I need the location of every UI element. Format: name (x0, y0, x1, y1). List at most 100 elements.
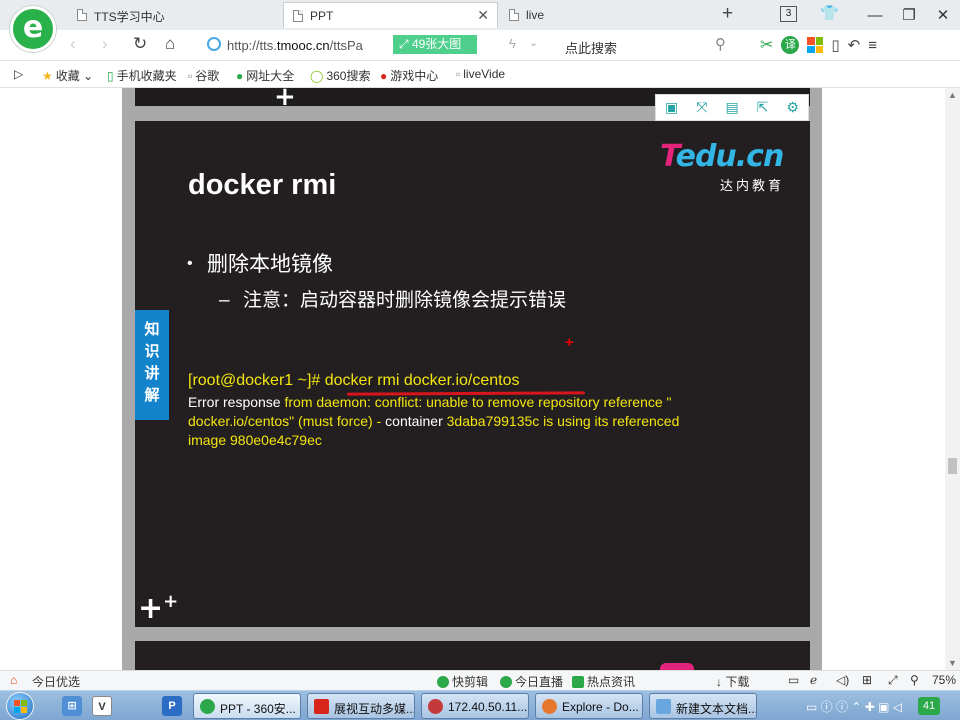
page-content: + Tedu.cn 达内教育 docker rmi • 删除本地镜像 – 注意：启动… (0, 88, 945, 670)
sound-icon[interactable]: ◁) (836, 673, 849, 687)
lightning-icon[interactable]: ϟ (509, 36, 516, 51)
scrollbar-thumb[interactable] (948, 458, 957, 474)
scroll-up-icon[interactable]: ▲ (948, 90, 957, 100)
error-line: Error response from daemon: conflict: un… (188, 394, 672, 410)
reload-icon[interactable]: ↻ (133, 34, 147, 54)
error-line: docker.io/centos" (must force) - contain… (188, 413, 680, 429)
tab-count-button[interactable]: 3 (780, 6, 797, 22)
tab-label: TTS学习中心 (94, 10, 165, 24)
nav-tools: ✂ 译 ▯ ↶ ≡ (760, 35, 877, 55)
zoom-icon[interactable]: ⚲ (910, 673, 919, 687)
minimize-icon[interactable]: — (858, 7, 892, 24)
undo-icon[interactable]: ↶ (848, 36, 861, 54)
firefox-icon (542, 699, 557, 714)
fullscreen-icon[interactable]: ⤧ (696, 99, 707, 116)
back-icon[interactable]: ‹ (70, 34, 76, 54)
bookmark-360search[interactable]: ◯ 360搜索 (310, 67, 370, 84)
command-line: [root@docker1 ~]# docker rmi docker.io/c… (188, 372, 520, 389)
url-text[interactable]: http://tts.tmooc.cn/ttsPa (227, 38, 363, 53)
scroll-down-icon[interactable]: ▼ (948, 658, 957, 668)
tools-icon[interactable]: ⊞ (862, 673, 872, 687)
daily-picks-link[interactable]: 今日优选 (32, 673, 80, 690)
translate-icon[interactable]: 译 (781, 36, 800, 54)
big-images-button[interactable]: ⤢ 49张大图 (393, 35, 477, 54)
home-icon[interactable]: ⌂ (165, 34, 175, 54)
bookmark-sites[interactable]: ● 网址大全 (236, 67, 294, 84)
browser-icon (200, 699, 215, 714)
page-icon (77, 9, 87, 21)
bookmark-favorites[interactable]: ★ 收藏 ⌄ (42, 67, 93, 84)
star-icon: ★ (42, 69, 53, 83)
zoom-level[interactable]: 75% (932, 673, 956, 687)
sites-icon: ● (236, 69, 244, 83)
sidebar-toggle-icon[interactable]: ▷ (14, 67, 23, 81)
save-icon[interactable]: ▤ (725, 99, 738, 116)
site-security-icon (207, 37, 221, 51)
chevron-down-icon[interactable]: ⌄ (529, 36, 538, 49)
live-link[interactable]: 今日直播 (500, 673, 563, 690)
taskbar-item-ppt[interactable]: PPT - 360安... (193, 693, 301, 719)
restore-icon[interactable]: ❐ (892, 6, 926, 24)
menu-icon[interactable]: ≡ (868, 37, 877, 54)
page-icon (509, 9, 519, 21)
bookmarks-bar: ▷ ★ 收藏 ⌄ ▯ 手机收藏夹 ▫ 谷歌 ● 网址大全 ◯ 360搜索 ● 游戏中心 ▫ l… (0, 61, 960, 88)
slide: Tedu.cn 达内教育 docker rmi • 删除本地镜像 – 注意：启动容器… (135, 121, 810, 627)
next-slide (135, 641, 810, 670)
vertical-scrollbar[interactable]: ▲ ▼ (945, 88, 960, 670)
quicklaunch-p-icon[interactable]: P (162, 696, 182, 716)
quick-edit-link[interactable]: 快剪辑 (437, 673, 488, 690)
page-icon: ▫ (456, 67, 461, 81)
start-button[interactable] (6, 692, 34, 720)
game-icon: ● (380, 69, 388, 83)
tablet-icon[interactable]: ▯ (831, 36, 839, 54)
download-link[interactable]: ↓ 下载 (716, 673, 749, 690)
quick-edit-icon (437, 676, 449, 688)
bookmark-games[interactable]: ● 游戏中心 (380, 67, 438, 84)
fit-page-icon[interactable]: ▣ (665, 99, 678, 116)
settings-icon[interactable]: ⚙ (786, 99, 799, 116)
status-bar: ⌂ 今日优选 快剪辑 今日直播 热点资讯 ↓ 下载 ▭ ℯ ◁) ⊞ ⤢ ⚲ 7… (0, 670, 960, 690)
plus-icon: ++ (138, 591, 179, 626)
search360-icon: ◯ (310, 69, 324, 83)
address-bar[interactable]: http://tts.tmooc.cn/ttsPa ⤢ 49张大图 ϟ ⌄ 点此… (203, 33, 751, 57)
search-placeholder[interactable]: 点此搜索 (565, 38, 617, 57)
multimedia-icon (314, 699, 329, 714)
bullet-point: • 删除本地镜像 (187, 253, 333, 276)
expand-icon[interactable]: ⤢ (888, 673, 898, 688)
taskbar-item-terminal[interactable]: 172.40.50.11... (421, 693, 529, 719)
share-icon[interactable]: ⇱ (757, 99, 769, 116)
tab-label: live (526, 8, 545, 22)
monitor-icon[interactable]: ▭ (788, 673, 799, 687)
tab-ppt[interactable]: PPT ✕ (283, 2, 498, 28)
close-tab-icon[interactable]: ✕ (477, 7, 489, 24)
tab-live[interactable]: live (500, 2, 715, 28)
tab-strip: e TTS学习中心 PPT ✕ live + 3 👕 — ❐ ✕ (0, 0, 960, 52)
forward-icon[interactable]: › (102, 34, 108, 54)
new-tab-button[interactable]: + (722, 3, 733, 25)
search-icon[interactable]: ⚲ (715, 35, 726, 53)
screenshot-icon[interactable]: ✂ (760, 35, 773, 55)
tray-badge[interactable]: 41 (918, 697, 940, 715)
bookmark-mobile[interactable]: ▯ 手机收藏夹 (107, 67, 177, 84)
bookmark-google[interactable]: ▫ 谷歌 (188, 67, 219, 84)
apps-icon[interactable] (807, 37, 824, 53)
tab-tts[interactable]: TTS学习中心 (68, 2, 280, 28)
windows-taskbar: ⊞ V P PPT - 360安... 展视互动多媒... 172.40.50.… (0, 690, 960, 720)
skin-icon[interactable]: 👕 (820, 4, 839, 22)
navigation-bar: ‹ › ↻ ⌂ http://tts.tmooc.cn/ttsPa ⤢ 49张大… (0, 30, 960, 61)
taskbar-item-multimedia[interactable]: 展视互动多媒... (307, 693, 415, 719)
close-window-icon[interactable]: ✕ (926, 6, 960, 24)
page-icon: ▫ (188, 69, 193, 83)
bookmark-livevideo[interactable]: ▫ liveVide (456, 67, 505, 81)
quicklaunch-vc-icon[interactable]: V (92, 696, 112, 716)
browser-logo-icon[interactable]: e (10, 6, 56, 52)
quicklaunch-app-icon[interactable]: ⊞ (62, 696, 82, 716)
tedu-logo: Tedu.cn 达内教育 (660, 139, 784, 193)
news-link[interactable]: 热点资讯 (572, 673, 635, 690)
taskbar-item-notepad[interactable]: 新建文本文档... (649, 693, 757, 719)
ie-icon[interactable]: ℯ (810, 673, 817, 687)
tab-label: PPT (310, 9, 334, 23)
taskbar-item-explore[interactable]: Explore - Do... (535, 693, 643, 719)
sub-bullet-point: – 注意：启动容器时删除镜像会提示错误 (219, 290, 567, 311)
window-controls: — ❐ ✕ (858, 0, 960, 30)
